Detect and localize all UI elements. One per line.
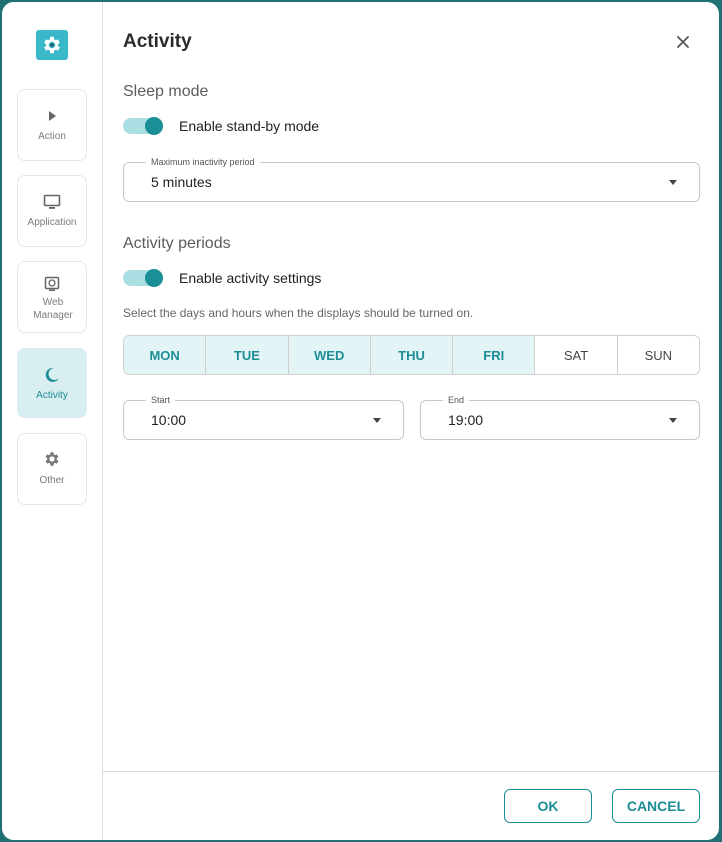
ok-button[interactable]: OK <box>504 789 592 823</box>
caret-down-icon <box>669 418 677 423</box>
dialog-footer: OK CANCEL <box>103 771 719 840</box>
inactivity-period-label: Maximum inactivity period <box>146 156 260 168</box>
sidebar-item-activity[interactable]: Activity <box>17 348 87 418</box>
day-button-tue[interactable]: TUE <box>206 336 289 374</box>
standby-toggle-label: Enable stand-by mode <box>179 118 320 134</box>
end-time-value: 19:00 <box>448 412 484 428</box>
day-button-fri[interactable]: FRI <box>453 336 536 374</box>
cancel-button[interactable]: CANCEL <box>612 789 700 823</box>
monitor-icon <box>18 194 86 210</box>
sidebar-item-label: Web Manager <box>33 297 73 321</box>
end-time-select[interactable]: End 19:00 <box>420 394 700 440</box>
activity-periods-heading: Activity periods <box>123 235 231 252</box>
activity-toggle[interactable] <box>123 269 163 287</box>
activity-hint: Select the days and hours when the displ… <box>123 306 474 320</box>
inactivity-period-select[interactable]: Maximum inactivity period 5 minutes <box>123 156 700 202</box>
sidebar-item-label: Activity <box>36 390 68 401</box>
sleep-mode-heading: Sleep mode <box>123 83 209 100</box>
standby-toggle-row[interactable]: Enable stand-by mode <box>123 117 319 135</box>
play-icon <box>18 110 86 122</box>
day-button-sat[interactable]: SAT <box>535 336 618 374</box>
standby-toggle[interactable] <box>123 117 163 135</box>
day-button-thu[interactable]: THU <box>370 336 454 374</box>
sidebar: Action Application Web Manager Activity … <box>2 2 103 840</box>
close-icon[interactable] <box>675 34 691 50</box>
activity-toggle-row[interactable]: Enable activity settings <box>123 269 321 287</box>
main-panel: Activity Sleep mode Enable stand-by mode… <box>103 2 719 840</box>
inactivity-period-value: 5 minutes <box>151 174 212 190</box>
sidebar-item-label: Action <box>38 131 66 142</box>
caret-down-icon <box>373 418 381 423</box>
settings-dialog: Action Application Web Manager Activity … <box>2 2 719 840</box>
web-manager-icon <box>18 276 86 292</box>
start-time-select[interactable]: Start 10:00 <box>123 394 404 440</box>
start-time-value: 10:00 <box>151 412 187 428</box>
gear-icon <box>18 450 86 468</box>
activity-toggle-label: Enable activity settings <box>179 270 322 286</box>
sidebar-item-label: Other <box>39 475 65 486</box>
page-title: Activity <box>123 31 192 52</box>
day-button-sun[interactable]: SUN <box>617 336 699 374</box>
day-button-mon[interactable]: MON <box>124 336 207 374</box>
sidebar-item-action[interactable]: Action <box>17 89 87 161</box>
moon-icon <box>18 366 86 384</box>
sidebar-item-label: Application <box>27 217 77 228</box>
end-time-label: End <box>443 394 470 406</box>
caret-down-icon <box>669 180 677 185</box>
sidebar-item-web-manager[interactable]: Web Manager <box>17 261 87 333</box>
start-time-label: Start <box>146 394 176 406</box>
gear-monitor-icon <box>36 30 68 60</box>
sidebar-item-application[interactable]: Application <box>17 175 87 247</box>
day-selector: MON TUE WED THU FRI SAT SUN <box>123 335 700 375</box>
sidebar-item-other[interactable]: Other <box>17 433 87 505</box>
day-button-wed[interactable]: WED <box>288 336 371 374</box>
